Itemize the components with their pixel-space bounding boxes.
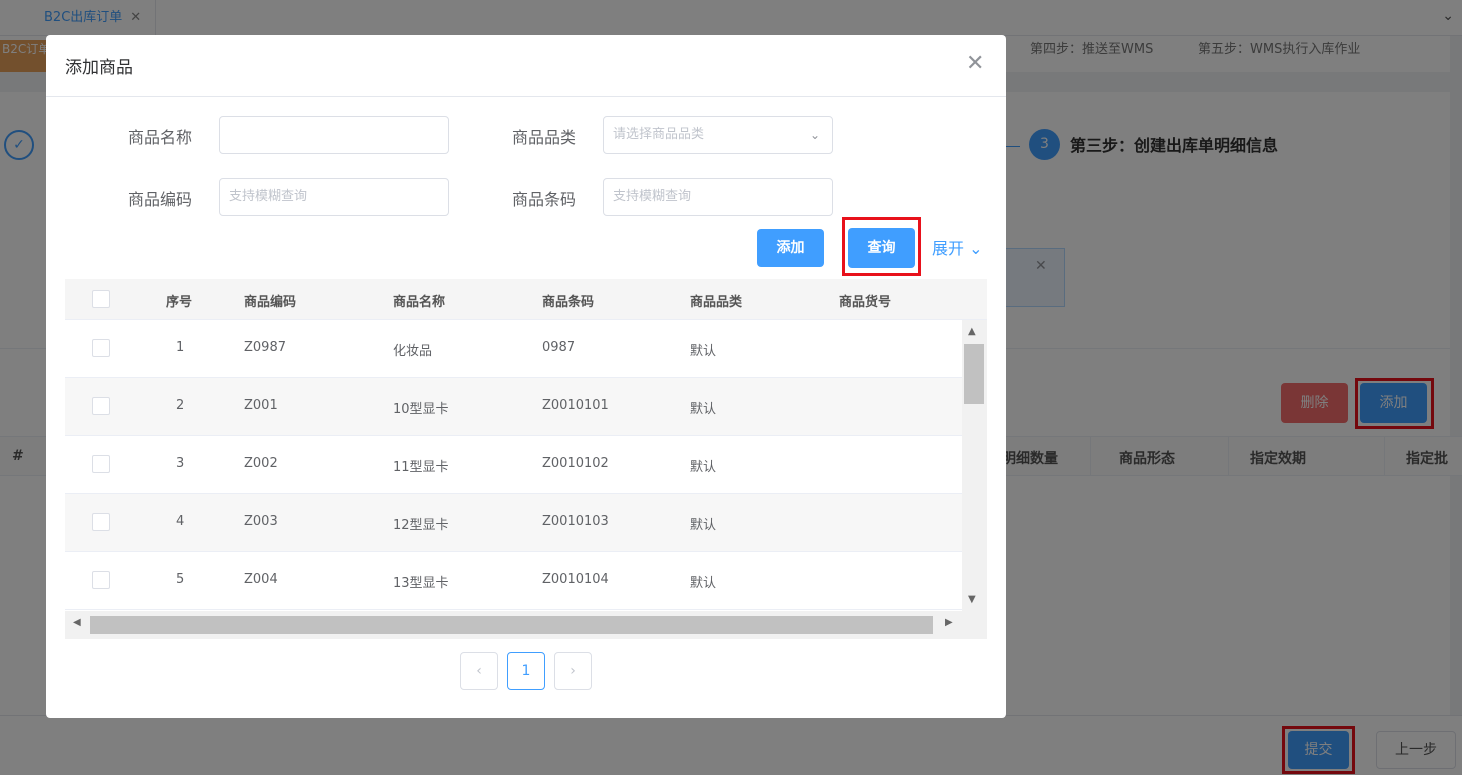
highlight-query-button xyxy=(842,217,921,276)
product-barcode-label: 商品条码 xyxy=(512,190,577,209)
category-placeholder: 请选择商品品类 xyxy=(613,127,705,142)
table-row[interactable]: 3 Z002 11型显卡 Z0010102 默认 xyxy=(65,436,962,494)
add-product-dialog: 添加商品 ✕ 商品名称 商品品类 请选择商品品类 ⌄ 商品编码 支持模糊查询 商… xyxy=(46,35,1006,718)
chevron-down-icon: ⌄ xyxy=(809,128,820,142)
row-checkbox[interactable] xyxy=(92,571,110,589)
close-icon[interactable]: ✕ xyxy=(966,53,984,75)
cell-category: 默认 xyxy=(690,460,717,475)
product-category-select[interactable]: 请选择商品品类 ⌄ xyxy=(603,116,833,154)
product-name-label: 商品名称 xyxy=(128,128,193,147)
row-checkbox[interactable] xyxy=(92,397,110,415)
page-1-button[interactable]: 1 xyxy=(507,652,545,690)
table-row[interactable]: 1 Z0987 化妆品 0987 默认 xyxy=(65,320,962,378)
cell-code: Z001 xyxy=(244,398,278,413)
product-name-input[interactable] xyxy=(219,116,449,154)
cell-barcode: Z0010102 xyxy=(542,456,609,471)
scroll-left-icon[interactable]: ◀ xyxy=(73,617,81,628)
row-checkbox[interactable] xyxy=(92,455,110,473)
th-product-sku: 商品货号 xyxy=(839,295,892,310)
scroll-up-icon[interactable]: ▲ xyxy=(968,326,976,337)
cell-name: 化妆品 xyxy=(393,344,433,359)
cell-code: Z003 xyxy=(244,514,278,529)
cell-index: 2 xyxy=(176,398,185,413)
product-code-label: 商品编码 xyxy=(128,190,193,209)
cell-index: 5 xyxy=(176,572,185,587)
th-product-name: 商品名称 xyxy=(393,295,446,310)
horizontal-scrollbar[interactable]: ◀ ▶ xyxy=(65,611,987,639)
cell-code: Z004 xyxy=(244,572,278,587)
expand-toggle[interactable]: 展开 ⌄ xyxy=(932,235,983,259)
cell-barcode: Z0010101 xyxy=(542,398,609,413)
cell-barcode: 0987 xyxy=(542,340,576,355)
cell-name: 11型显卡 xyxy=(393,460,449,475)
cell-name: 13型显卡 xyxy=(393,576,449,591)
cell-name: 10型显卡 xyxy=(393,402,449,417)
table-row[interactable]: 5 Z004 13型显卡 Z0010104 默认 xyxy=(65,552,962,610)
th-index: 序号 xyxy=(166,295,193,310)
table-row[interactable]: 2 Z001 10型显卡 Z0010101 默认 xyxy=(65,378,962,436)
expand-label: 展开 xyxy=(932,239,965,258)
product-code-input[interactable]: 支持模糊查询 xyxy=(219,178,449,216)
product-table-header: 序号 商品编码 商品名称 商品条码 商品品类 商品货号 xyxy=(65,279,987,320)
product-table: 序号 商品编码 商品名称 商品条码 商品品类 商品货号 1 Z0987 化妆品 … xyxy=(65,279,987,639)
horizontal-scroll-thumb[interactable] xyxy=(90,616,933,634)
scroll-down-icon[interactable]: ▼ xyxy=(968,594,976,605)
cell-index: 3 xyxy=(176,456,185,471)
cell-index: 1 xyxy=(176,340,185,355)
cell-code: Z002 xyxy=(244,456,278,471)
cell-category: 默认 xyxy=(690,518,717,533)
next-page-button[interactable]: › xyxy=(554,652,592,690)
product-barcode-input[interactable]: 支持模糊查询 xyxy=(603,178,833,216)
th-product-barcode: 商品条码 xyxy=(542,295,595,310)
table-row[interactable]: 4 Z003 12型显卡 Z0010103 默认 xyxy=(65,494,962,552)
cell-index: 4 xyxy=(176,514,185,529)
th-product-code: 商品编码 xyxy=(244,295,297,310)
cell-barcode: Z0010104 xyxy=(542,572,609,587)
select-all-checkbox[interactable] xyxy=(92,290,110,308)
prev-page-button[interactable]: ‹ xyxy=(460,652,498,690)
chevron-down-icon: ⌄ xyxy=(969,239,983,258)
add-button[interactable]: 添加 xyxy=(757,229,824,267)
vertical-scroll-thumb[interactable] xyxy=(964,344,984,404)
scroll-right-icon[interactable]: ▶ xyxy=(945,617,953,628)
cell-category: 默认 xyxy=(690,576,717,591)
product-category-label: 商品品类 xyxy=(512,128,577,147)
cell-category: 默认 xyxy=(690,402,717,417)
th-product-category: 商品品类 xyxy=(690,295,743,310)
cell-category: 默认 xyxy=(690,344,717,359)
dialog-title: 添加商品 xyxy=(65,58,133,78)
cell-code: Z0987 xyxy=(244,340,286,355)
row-checkbox[interactable] xyxy=(92,339,110,357)
row-checkbox[interactable] xyxy=(92,513,110,531)
vertical-scrollbar[interactable]: ▲ ▼ xyxy=(962,320,987,611)
dialog-header: 添加商品 ✕ xyxy=(46,35,1006,97)
cell-name: 12型显卡 xyxy=(393,518,449,533)
cell-barcode: Z0010103 xyxy=(542,514,609,529)
